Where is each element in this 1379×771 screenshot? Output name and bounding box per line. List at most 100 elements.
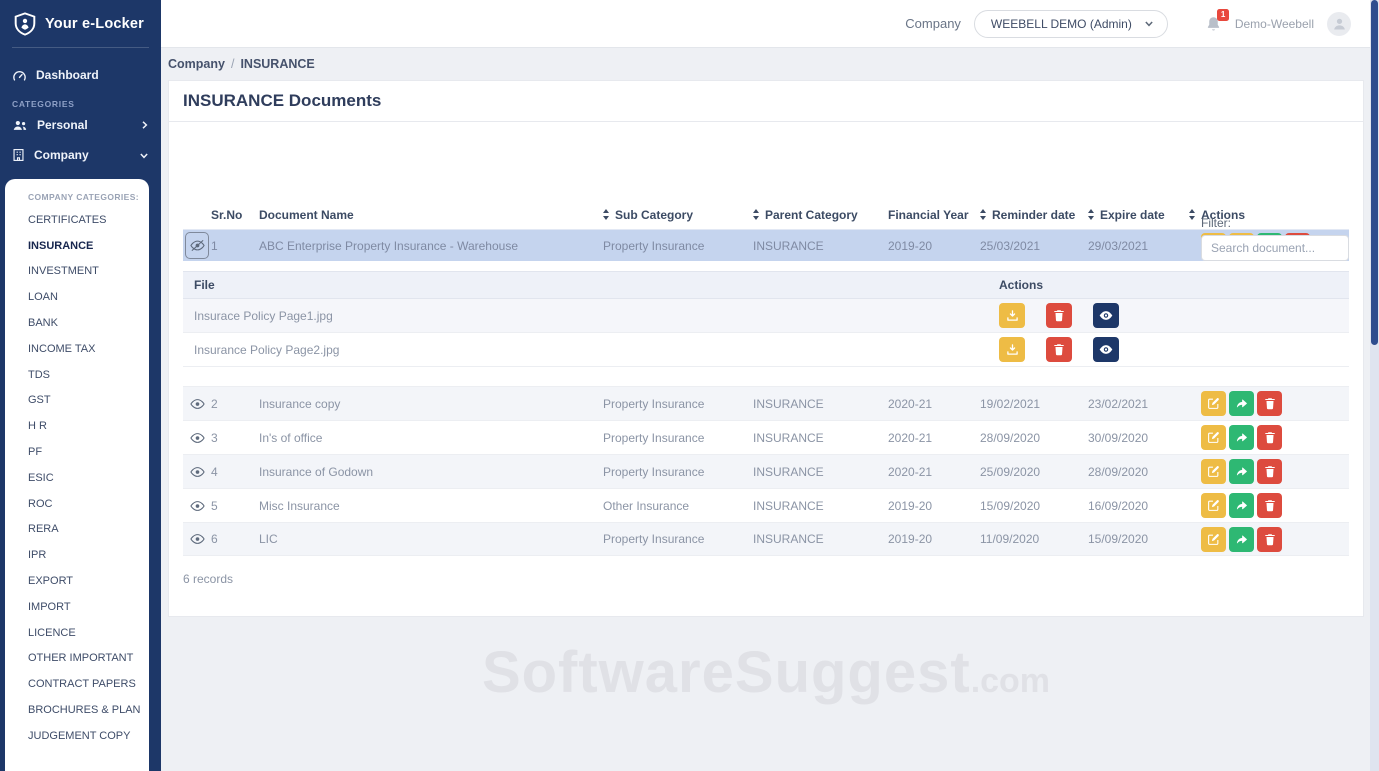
share-button[interactable] xyxy=(1229,526,1254,552)
category-item-insurance[interactable]: INSURANCE xyxy=(5,233,149,259)
cell-srno: 5 xyxy=(211,498,218,513)
eye-icon xyxy=(189,534,205,544)
sidebar-item-label: Dashboard xyxy=(36,68,99,82)
collapse-files-button[interactable] xyxy=(185,232,209,259)
category-item-licence[interactable]: LICENCE xyxy=(5,620,149,646)
sidebar-item-dashboard[interactable]: Dashboard xyxy=(0,60,161,90)
documents-table: Sr.No Document Name Sub Category Parent … xyxy=(183,200,1349,556)
avatar[interactable] xyxy=(1327,11,1351,36)
category-item-tds[interactable]: TDS xyxy=(5,362,149,388)
user-name[interactable]: Demo-Weebell xyxy=(1235,17,1314,31)
page-scrollbar[interactable] xyxy=(1370,0,1379,771)
company-select-label: Company xyxy=(905,16,961,31)
expand-files-button[interactable] xyxy=(189,432,205,444)
share-button[interactable] xyxy=(1229,459,1254,484)
cell-expire-date: 30/09/2020 xyxy=(1088,430,1149,445)
sidebar-item-company[interactable]: Company xyxy=(0,140,161,170)
file-row: Insurace Policy Page1.jpg xyxy=(183,299,1349,333)
search-input[interactable] xyxy=(1201,235,1349,261)
notifications-button[interactable]: 1 xyxy=(1205,8,1229,33)
edit-button[interactable] xyxy=(1201,459,1226,484)
table-row: 1 ABC Enterprise Property Insurance - Wa… xyxy=(183,229,1349,261)
category-item-import[interactable]: IMPORT xyxy=(5,594,149,620)
category-item-brochures-plan[interactable]: BROCHURES & PLAN xyxy=(5,697,149,723)
notification-badge: 1 xyxy=(1217,8,1229,21)
edit-button[interactable] xyxy=(1201,391,1226,416)
cell-srno: 1 xyxy=(211,238,218,253)
cell-expire-date: 15/09/2020 xyxy=(1088,532,1149,546)
category-item-pf[interactable]: PF xyxy=(5,439,149,465)
edit-button[interactable] xyxy=(1201,493,1226,518)
category-item-export[interactable]: EXPORT xyxy=(5,568,149,594)
sort-icon xyxy=(1189,209,1195,220)
records-count: 6 records xyxy=(183,572,234,586)
share-arrow-icon xyxy=(1236,534,1247,543)
trash-icon xyxy=(1264,432,1275,444)
category-item-rera[interactable]: RERA xyxy=(5,517,149,543)
expand-files-button[interactable] xyxy=(189,533,205,545)
company-categories-label: COMPANY CATEGORIES: xyxy=(28,192,140,202)
share-button[interactable] xyxy=(1229,425,1254,450)
file-view-button[interactable] xyxy=(1093,337,1119,362)
category-item-gst[interactable]: GST xyxy=(5,388,149,414)
category-item-other-important[interactable]: OTHER IMPORTANT xyxy=(5,646,149,672)
edit-button[interactable] xyxy=(1201,425,1226,450)
delete-button[interactable] xyxy=(1257,425,1282,450)
table-row: 5 Misc Insurance Other Insurance INSURAN… xyxy=(183,488,1349,522)
file-delete-button[interactable] xyxy=(1046,337,1072,362)
category-item-judgement-copy[interactable]: JUDGEMENT COPY xyxy=(5,723,149,749)
category-item-ipr[interactable]: IPR xyxy=(5,542,149,568)
app-logo[interactable]: Your e-Locker xyxy=(0,0,161,46)
file-download-button[interactable] xyxy=(999,303,1025,328)
expand-files-button[interactable] xyxy=(189,500,205,512)
category-item-investment[interactable]: INVESTMENT xyxy=(5,259,149,285)
chevron-down-icon xyxy=(139,151,149,160)
category-item-certificates[interactable]: CERTIFICATES xyxy=(5,207,149,233)
cell-financial-year: 2020-21 xyxy=(888,464,933,479)
speedometer-icon xyxy=(13,70,26,81)
file-download-button[interactable] xyxy=(999,337,1025,362)
company-dropdown-value: WEEBELL DEMO (Admin) xyxy=(990,16,1132,31)
company-dropdown[interactable]: WEEBELL DEMO (Admin) xyxy=(973,9,1168,38)
category-item-income-tax[interactable]: INCOME TAX xyxy=(5,336,149,362)
share-button[interactable] xyxy=(1229,391,1254,416)
category-item-loan[interactable]: LOAN xyxy=(5,284,149,310)
category-item-hr[interactable]: H R xyxy=(5,413,149,439)
sidebar-divider xyxy=(12,47,149,48)
main-area: Company WEEBELL DEMO (Admin) 1 Demo-Weeb… xyxy=(161,0,1379,771)
cell-reminder-date: 15/09/2020 xyxy=(980,498,1041,513)
download-icon xyxy=(1006,310,1018,321)
trash-icon xyxy=(1264,500,1275,512)
category-item-contract-papers[interactable]: CONTRACT PAPERS xyxy=(5,671,149,697)
person-icon xyxy=(1333,18,1345,30)
column-header-parent-category[interactable]: Parent Category xyxy=(753,208,888,222)
category-item-roc[interactable]: ROC xyxy=(5,491,149,517)
cell-srno: 3 xyxy=(211,430,218,445)
cell-sub-category: Property Insurance xyxy=(603,464,705,479)
delete-button[interactable] xyxy=(1257,459,1282,484)
expand-files-button[interactable] xyxy=(189,466,205,478)
delete-button[interactable] xyxy=(1257,493,1282,518)
eye-icon xyxy=(189,398,205,409)
file-view-button[interactable] xyxy=(1093,303,1119,328)
edit-button[interactable] xyxy=(1201,526,1226,552)
cell-parent-category: INSURANCE xyxy=(753,532,824,546)
column-header-reminder-date[interactable]: Reminder date xyxy=(980,208,1088,222)
delete-button[interactable] xyxy=(1257,526,1282,552)
cell-parent-category: INSURANCE xyxy=(753,498,824,513)
column-header-sub-category[interactable]: Sub Category xyxy=(603,208,753,222)
expand-files-button[interactable] xyxy=(189,398,205,410)
edit-icon xyxy=(1208,533,1219,545)
sidebar-item-personal[interactable]: Personal xyxy=(0,110,161,140)
category-item-bank[interactable]: BANK xyxy=(5,310,149,336)
column-header-expire-date[interactable]: Expire date xyxy=(1088,208,1186,222)
scrollbar-thumb[interactable] xyxy=(1371,0,1378,345)
share-arrow-icon xyxy=(1236,399,1247,408)
category-item-esic[interactable]: ESIC xyxy=(5,465,149,491)
file-delete-button[interactable] xyxy=(1046,303,1072,328)
breadcrumb-company-link[interactable]: Company xyxy=(168,57,225,71)
cell-parent-category: INSURANCE xyxy=(753,396,824,411)
topbar: Company WEEBELL DEMO (Admin) 1 Demo-Weeb… xyxy=(161,0,1379,48)
delete-button[interactable] xyxy=(1257,391,1282,416)
share-button[interactable] xyxy=(1229,493,1254,518)
